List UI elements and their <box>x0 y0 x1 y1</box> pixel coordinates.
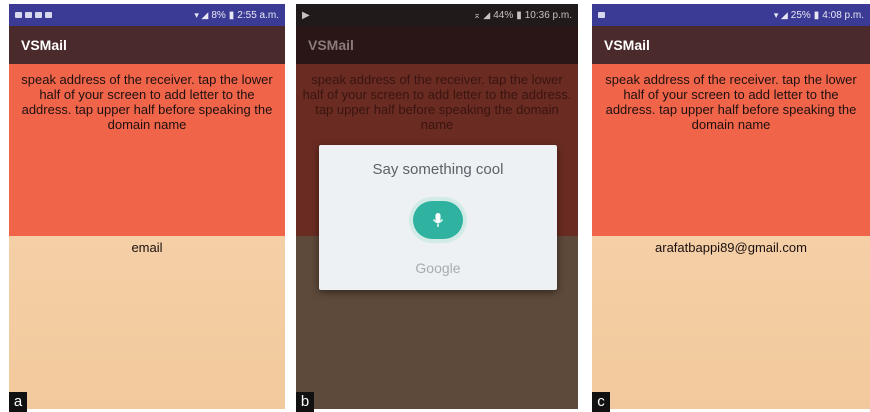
upper-tap-area[interactable]: speak address of the receiver. tap the l… <box>9 64 285 236</box>
battery-level: 25% <box>790 9 811 21</box>
instruction-text: speak address of the receiver. tap the l… <box>605 72 857 132</box>
app-bar: VSMail <box>9 26 285 64</box>
battery-icon: ▮ <box>813 9 820 21</box>
notification-icon <box>15 12 22 18</box>
battery-icon: ▮ <box>516 9 522 21</box>
message-icon <box>35 12 42 18</box>
google-logo-text: Google <box>415 260 461 276</box>
battery-icon: ▮ <box>228 9 235 21</box>
lower-tap-area[interactable]: email <box>9 236 285 409</box>
wifi-signal-icon: ▾ ◢ <box>773 9 788 20</box>
voice-input-dialog: Say something cool Google <box>319 145 557 290</box>
status-bar: ▾ ◢ 8% ▮ 2:55 a.m. <box>9 4 285 26</box>
panel-label-b: b <box>296 392 314 412</box>
wifi-signal-icon: ▾ ◢ <box>194 9 209 20</box>
app-bar: VSMail <box>296 26 578 64</box>
clock: 10:36 p.m. <box>524 9 572 21</box>
app-title: VSMail <box>604 37 650 53</box>
clock: 4:08 p.m. <box>822 9 864 21</box>
lower-tap-area[interactable]: arafatbappi89@gmail.com <box>592 236 870 409</box>
panel-label-c: c <box>592 392 610 412</box>
notification-icon <box>598 12 605 18</box>
app-bar: VSMail <box>592 26 870 64</box>
microphone-icon <box>432 213 444 227</box>
screenshot-panel-b: ▶ ⌅ ◢ 44% ▮ 10:36 p.m. VSMail speak addr… <box>296 4 578 409</box>
status-bar: ▾ ◢ 25% ▮ 4:08 p.m. <box>592 4 870 26</box>
app-title: VSMail <box>308 37 354 53</box>
notification-icon <box>25 12 32 18</box>
address-field-text: arafatbappi89@gmail.com <box>655 240 807 255</box>
battery-level: 44% <box>493 9 514 21</box>
notification-icons <box>15 12 52 18</box>
microphone-button[interactable] <box>413 201 463 239</box>
status-bar: ▶ ⌅ ◢ 44% ▮ 10:36 p.m. <box>296 4 578 26</box>
screenshot-panel-c: ▾ ◢ 25% ▮ 4:08 p.m. VSMail speak address… <box>592 4 870 409</box>
play-icon: ▶ <box>302 9 310 21</box>
mail-icon <box>45 12 52 18</box>
wifi-signal-icon: ⌅ ◢ <box>473 9 491 20</box>
upper-tap-area[interactable]: speak address of the receiver. tap the l… <box>592 64 870 236</box>
screenshot-panel-a: ▾ ◢ 8% ▮ 2:55 a.m. VSMail speak address … <box>9 4 285 409</box>
instruction-text: speak address of the receiver. tap the l… <box>21 72 273 132</box>
clock: 2:55 a.m. <box>237 9 279 21</box>
dialog-prompt: Say something cool <box>372 161 504 178</box>
app-title: VSMail <box>21 37 67 53</box>
battery-level: 8% <box>211 9 226 21</box>
address-field-text: email <box>131 240 163 255</box>
instruction-text: speak address of the receiver. tap the l… <box>302 72 572 132</box>
panel-label-a: a <box>9 392 27 412</box>
